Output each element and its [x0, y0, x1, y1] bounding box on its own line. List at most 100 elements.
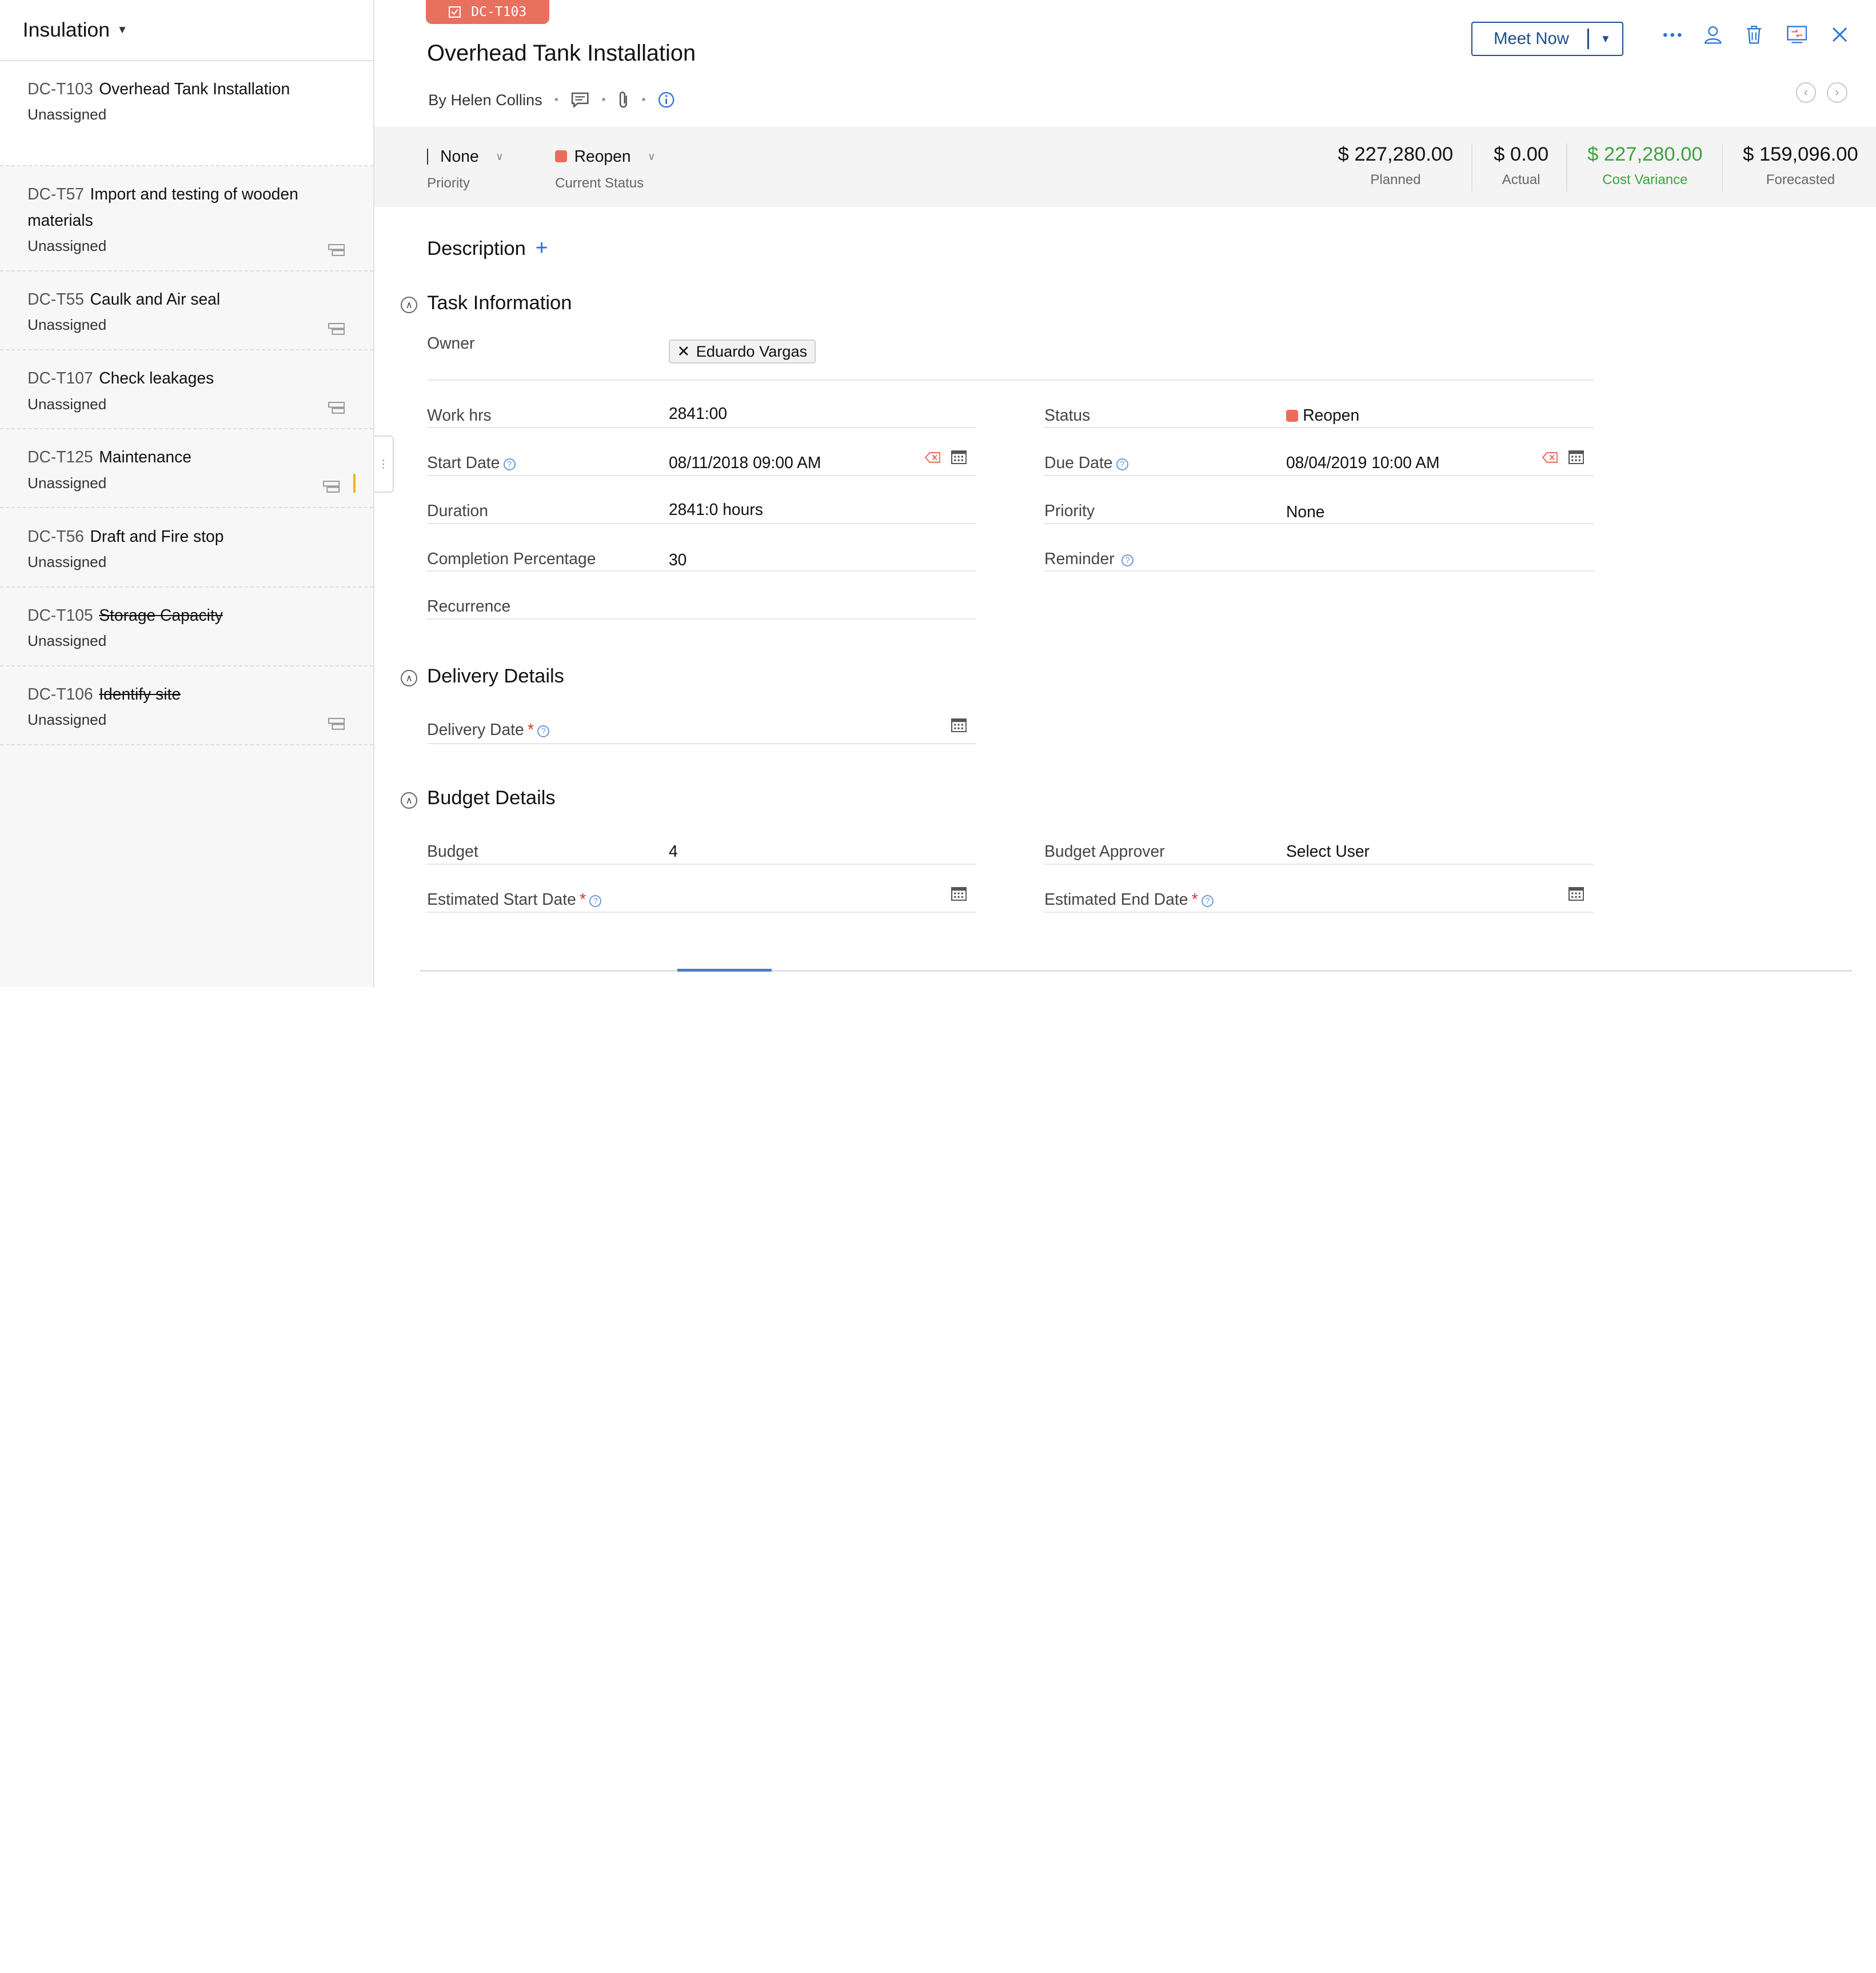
chevron-down-icon: ∨	[495, 150, 504, 162]
budget-approver-value: Select User	[1286, 842, 1370, 861]
clear-icon[interactable]	[1542, 452, 1558, 463]
project-name: Insulation	[22, 18, 110, 41]
task-id: DC-T106	[27, 684, 93, 703]
attachment-icon[interactable]	[618, 91, 630, 109]
task-list-item[interactable]: DC-T57 Import and testing of wooden mater…	[0, 166, 374, 272]
actual-cost: $ 0.00 Actual	[1494, 143, 1549, 187]
calendar-icon[interactable]	[951, 886, 967, 901]
collapse-icon[interactable]: ∧	[401, 792, 418, 809]
task-assignee: Unassigned	[27, 632, 107, 649]
status-dropdown[interactable]: Reopen ∨ Current Status	[555, 147, 656, 191]
subtask-icon[interactable]	[328, 323, 345, 336]
task-byline: By Helen Collins • • •	[428, 91, 674, 109]
collapse-icon[interactable]: ∧	[401, 297, 418, 314]
caret-down-icon: ▼	[117, 23, 128, 36]
subtask-icon[interactable]	[328, 244, 345, 256]
task-list-item[interactable]: DC-T105 Storage Capacity Unassigned	[0, 588, 374, 666]
subtask-icon[interactable]	[328, 717, 345, 730]
project-selector[interactable]: Insulation ▼	[0, 0, 374, 61]
user-icon[interactable]	[1702, 24, 1724, 46]
reminder-field[interactable]: Reminder?	[1044, 524, 1594, 572]
completion-field[interactable]: Completion Percentage 30	[427, 524, 976, 572]
add-description-button[interactable]: +	[536, 235, 548, 259]
task-title: Maintenance	[99, 448, 191, 466]
help-icon[interactable]: ?	[1116, 458, 1128, 471]
convert-icon[interactable]	[1786, 24, 1808, 46]
calendar-icon[interactable]	[1568, 450, 1584, 465]
collapse-icon[interactable]: ∧	[401, 670, 418, 687]
due-date-value: 08/04/2019 10:00 AM	[1286, 453, 1440, 472]
start-date-field[interactable]: Start Date? 08/11/2018 09:00 AM	[427, 428, 976, 476]
forecasted-cost: $ 159,096.00 Forecasted	[1743, 143, 1858, 187]
chevron-down-icon[interactable]: ▼	[1589, 33, 1623, 45]
delivery-date-field[interactable]: Delivery Date *?	[427, 696, 976, 744]
task-summary-bar: None ∨ Priority Reopen ∨ Current Status $ …	[374, 126, 1876, 207]
task-list-item[interactable]: DC-T56 Draft and Fire stop Unassigned	[0, 508, 374, 588]
task-title: Caulk and Air seal	[90, 290, 221, 309]
task-list-item[interactable]: DC-T55 Caulk and Air seal Unassigned	[0, 271, 374, 351]
created-by: By Helen Collins	[428, 91, 542, 109]
info-icon[interactable]	[658, 91, 674, 108]
work-hrs-field[interactable]: Work hrs 2841:00	[427, 381, 976, 429]
owner-chip[interactable]: ✕ Eduardo Vargas	[668, 340, 816, 364]
recurrence-field[interactable]: Recurrence	[427, 572, 976, 620]
task-id-tag: DC-T103	[426, 0, 549, 24]
active-tab-indicator	[677, 969, 772, 972]
duration-value: 2841:0 hours	[668, 500, 763, 518]
next-task-icon[interactable]: ›	[1826, 82, 1847, 103]
help-icon[interactable]: ?	[503, 458, 516, 471]
status-value: Reopen	[1303, 405, 1360, 424]
help-icon[interactable]: ?	[1121, 554, 1134, 566]
status-color-swatch	[555, 150, 568, 163]
help-icon[interactable]: ?	[537, 725, 550, 737]
due-date-field[interactable]: Due Date? 08/04/2019 10:00 AM	[1044, 428, 1594, 476]
chevron-down-icon: ∨	[647, 150, 656, 162]
comment-icon[interactable]	[570, 91, 589, 109]
app-window: Insulation ▼ DC-T103 Overhead Tank Instal…	[0, 0, 1876, 987]
priority-field[interactable]: Priority None	[1044, 476, 1594, 524]
previous-task-icon[interactable]: ‹	[1795, 82, 1817, 103]
close-icon[interactable]	[1829, 24, 1851, 46]
priority-dropdown[interactable]: None ∨ Priority	[427, 147, 504, 191]
subtask-icon[interactable]	[328, 402, 345, 414]
trash-icon[interactable]	[1743, 24, 1765, 46]
task-list-item[interactable]: DC-T103 Overhead Tank Installation Unassi…	[0, 61, 374, 166]
status-field[interactable]: Status Reopen	[1044, 381, 1594, 429]
owner-value: Eduardo Vargas	[696, 342, 808, 361]
duration-field[interactable]: Duration 2841:0 hours	[427, 476, 976, 524]
task-id-tag-label: DC-T103	[471, 4, 527, 19]
calendar-icon[interactable]	[1568, 886, 1584, 901]
calendar-icon[interactable]	[951, 450, 967, 465]
task-list-item[interactable]: DC-T106 Identify site Unassigned	[0, 666, 374, 745]
estimated-start-date-field[interactable]: Estimated Start Date *?	[427, 865, 976, 913]
calendar-icon[interactable]	[951, 718, 967, 732]
task-id: DC-T103	[27, 79, 93, 98]
planned-cost: $ 227,280.00 Planned	[1338, 143, 1454, 187]
remove-owner-icon[interactable]: ✕	[677, 342, 690, 361]
task-assignee: Unassigned	[27, 474, 107, 492]
task-id: DC-T125	[27, 448, 93, 466]
subtask-icon[interactable]	[323, 481, 340, 493]
task-icon	[449, 6, 461, 18]
estimated-end-date-field[interactable]: Estimated End Date *?	[1044, 865, 1594, 913]
status-color-swatch	[1286, 409, 1298, 422]
task-list-item[interactable]: DC-T107 Check leakages Unassigned	[0, 350, 374, 430]
task-assignee: Unassigned	[27, 711, 107, 729]
task-assignee: Unassigned	[27, 106, 107, 123]
budget-section-title: Budget Details	[427, 787, 556, 809]
delivery-section-title: Delivery Details	[427, 665, 564, 687]
owner-field: Owner	[427, 333, 1594, 381]
start-date-value: 08/11/2018 09:00 AM	[668, 453, 821, 472]
task-assignee: Unassigned	[27, 237, 107, 255]
task-title: Overhead Tank Installation	[99, 79, 290, 98]
budget-approver-field[interactable]: Budget Approver Select User	[1044, 817, 1594, 865]
help-icon[interactable]: ?	[589, 895, 602, 908]
priority-value: None	[440, 147, 479, 166]
meet-now-button[interactable]: Meet Now ▼	[1471, 21, 1624, 57]
task-id: DC-T55	[27, 290, 85, 309]
more-icon[interactable]	[1662, 24, 1683, 46]
clear-icon[interactable]	[924, 452, 941, 463]
help-icon[interactable]: ?	[1201, 895, 1214, 908]
budget-field[interactable]: Budget 4	[427, 817, 976, 865]
task-list-item[interactable]: DC-T125 Maintenance Unassigned	[0, 429, 374, 509]
